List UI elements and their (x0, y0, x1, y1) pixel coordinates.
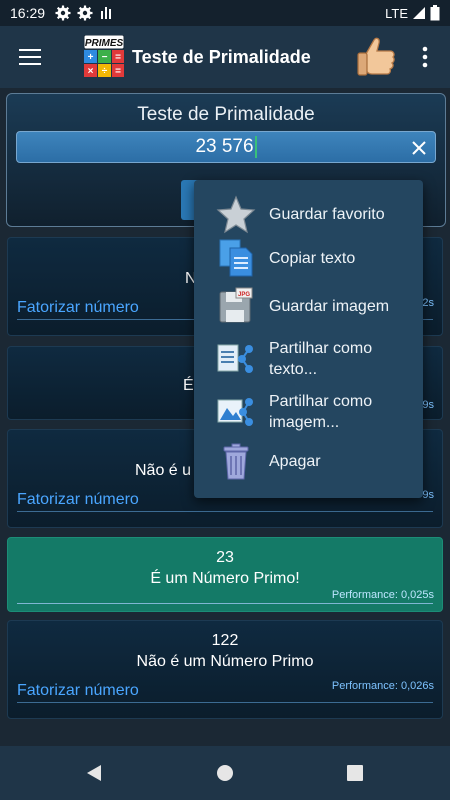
svg-text:÷: ÷ (102, 66, 108, 77)
trash-icon (223, 443, 249, 480)
home-icon[interactable] (215, 763, 235, 783)
svg-text:+: + (88, 52, 94, 63)
system-nav-bar (0, 746, 450, 800)
menu-item-label-line2: imagem... (269, 414, 340, 431)
back-icon[interactable] (84, 763, 104, 783)
menu-item-label: Partilhar como (269, 393, 373, 410)
result-divider (17, 702, 433, 703)
menu-item-label: Apagar (269, 452, 321, 470)
signal-bars-icon (101, 7, 112, 19)
factorize-link[interactable]: Fatorizar número (17, 491, 139, 509)
result-message: É um Número Primo! (150, 570, 300, 587)
svg-text:=: = (115, 52, 121, 63)
menu-item-label: Guardar imagem (269, 297, 390, 315)
performance-label: Performance: 0,026s (331, 680, 434, 692)
gear-icon (55, 5, 71, 21)
thumbs-up-icon[interactable] (352, 34, 398, 80)
primes-logo: PRIMES + − = × ÷ = (83, 35, 125, 77)
star-icon (216, 195, 256, 234)
result-message: Não é u (135, 462, 192, 479)
menu-item-copy-text[interactable]: Copiar texto (194, 237, 423, 279)
svg-text:PRIMES: PRIMES (85, 38, 124, 49)
result-card[interactable]: 122 Não é um Número Primo Fatorizar núme… (7, 620, 443, 719)
menu-item-save-image[interactable]: JPG Guardar imagem (194, 285, 423, 327)
menu-item-share-image[interactable]: Partilhar como imagem... (194, 389, 423, 435)
gear-icon (77, 5, 93, 21)
battery-icon (430, 5, 440, 21)
test-panel-title: Teste de Primalidade (137, 104, 315, 125)
result-number: 122 (211, 632, 239, 649)
save-image-icon: JPG (219, 287, 253, 323)
result-divider (17, 511, 433, 512)
svg-text:×: × (88, 66, 94, 77)
network-type: LTE (385, 5, 408, 21)
share-image-icon (217, 398, 253, 426)
overflow-menu-icon[interactable] (412, 44, 438, 70)
performance-label: 9s (422, 489, 434, 501)
menu-item-label: Guardar favorito (269, 205, 385, 223)
copy-icon (219, 239, 253, 277)
performance-label: 2s (422, 297, 434, 309)
text-caret (254, 136, 257, 158)
result-message: Não é um Número Primo (136, 653, 314, 670)
app-title: Teste de Primalidade (132, 46, 311, 67)
menu-item-label: Copiar texto (269, 249, 356, 267)
svg-text:=: = (115, 66, 121, 77)
svg-text:JPG: JPG (238, 292, 250, 298)
context-menu: Guardar favorito Copiar texto JPG Guarda… (194, 180, 423, 498)
result-card-prime[interactable]: 23 É um Número Primo! Performance: 0,025… (7, 537, 443, 612)
menu-item-share-text[interactable]: Partilhar como texto... (194, 336, 423, 382)
svg-text:−: − (102, 52, 108, 63)
menu-item-save-favorite[interactable]: Guardar favorito (194, 193, 423, 235)
status-bar: 16:29 LTE (0, 0, 450, 26)
menu-item-label-line2: texto... (269, 361, 318, 378)
app-bar: PRIMES + − = × ÷ = Teste de Primalidade (0, 26, 450, 88)
number-input-value: 23 576 (195, 136, 254, 157)
menu-item-delete[interactable]: Apagar (194, 440, 423, 482)
factorize-link[interactable]: Fatorizar número (17, 299, 139, 317)
number-input[interactable]: 23 576 (16, 131, 436, 163)
menu-item-label: Partilhar como (269, 340, 373, 357)
recents-icon[interactable] (345, 763, 365, 783)
performance-label: Performance: 0,025s (331, 589, 434, 601)
factorize-link[interactable]: Fatorizar número (17, 682, 139, 700)
lte-signal-icon (413, 7, 425, 19)
performance-label: 9s (422, 399, 434, 411)
share-text-icon (217, 344, 253, 373)
result-number: 23 (216, 549, 234, 566)
status-time: 16:29 (10, 5, 46, 21)
clear-icon[interactable] (409, 138, 429, 158)
result-divider (17, 603, 433, 604)
menu-icon[interactable] (0, 26, 60, 88)
